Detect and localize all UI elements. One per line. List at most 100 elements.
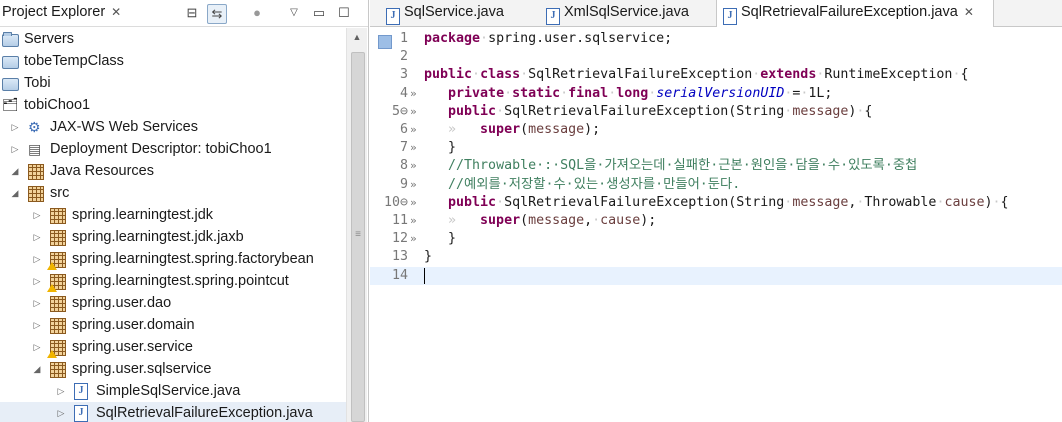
expanded-arrow-icon[interactable]: ◢ bbox=[10, 160, 20, 182]
collapsed-arrow-icon[interactable]: ▷ bbox=[32, 314, 42, 336]
package-warning-icon bbox=[47, 252, 66, 270]
code-token: spring.user.sqlservice; bbox=[488, 31, 673, 46]
code-line[interactable]: 1 package·spring.user.sqlservice; bbox=[370, 30, 1062, 48]
code-line[interactable]: 8» //Throwable·:·SQL을·가져오는데·실패한·근본·원인을·담… bbox=[370, 157, 1062, 175]
collapsed-arrow-icon[interactable]: ▷ bbox=[32, 270, 42, 292]
code-line[interactable]: 4» private·static·final·long·serialVersi… bbox=[370, 85, 1062, 103]
line-number: 7 bbox=[399, 140, 408, 156]
code-token: super bbox=[480, 213, 521, 228]
tree-item[interactable]: ◢ src bbox=[0, 182, 346, 204]
expanded-arrow-icon[interactable]: ◢ bbox=[10, 182, 20, 204]
code-line[interactable]: 13} bbox=[370, 248, 1062, 266]
code-token: public bbox=[424, 67, 473, 83]
editor-tab[interactable]: J SqlRetrievalFailureException.java ✕ bbox=[716, 0, 994, 27]
focus-icon[interactable]: ● bbox=[248, 4, 266, 22]
tree-item[interactable]: 🗂 tobiChoo1 bbox=[0, 94, 346, 116]
code-text: public·class·SqlRetrievalFailureExceptio… bbox=[424, 66, 968, 84]
line-number: 14 bbox=[391, 267, 408, 283]
tree-item[interactable]: ▷ ⚙ JAX-WS Web Services bbox=[0, 116, 346, 138]
line-number: 10⊖ bbox=[383, 194, 408, 210]
code-token: //Throwable·:·SQL을·가져오는데·실패한·근본·원인을·담을·수… bbox=[448, 158, 918, 174]
code-token: long bbox=[616, 85, 649, 101]
code-token: message bbox=[528, 213, 585, 228]
tree-item[interactable]: ▷ J SqlRetrievalFailureException.java bbox=[0, 402, 346, 422]
tree-item[interactable]: ▷ spring.learningtest.jdk.jaxb bbox=[0, 226, 346, 248]
code-line[interactable]: 6» » super(message); bbox=[370, 121, 1062, 139]
collapsed-arrow-icon[interactable]: ▷ bbox=[56, 402, 66, 422]
tree-item-label: spring.user.service bbox=[72, 339, 193, 355]
java-file-icon: J bbox=[546, 8, 560, 25]
tree-item[interactable]: ▷ ▤ Deployment Descriptor: tobiChoo1 bbox=[0, 138, 346, 160]
editor-tab[interactable]: J XmlSqlService.java bbox=[540, 0, 716, 26]
tree-item[interactable]: ▷ spring.learningtest.spring.factorybean bbox=[0, 248, 346, 270]
code-line[interactable]: 12» } bbox=[370, 230, 1062, 248]
grip-icon: ≡ bbox=[355, 229, 361, 240]
code-line[interactable]: 14 bbox=[370, 266, 1062, 285]
tree-item[interactable]: tobeTempClass bbox=[0, 50, 346, 72]
link-with-editor-icon[interactable]: ⇆ bbox=[207, 4, 227, 24]
tree-item[interactable]: ◢ Java Resources bbox=[0, 160, 346, 182]
code-line[interactable]: 5⊖» public·SqlRetrievalFailureException(… bbox=[370, 103, 1062, 121]
collapsed-arrow-icon[interactable]: ▷ bbox=[32, 204, 42, 226]
editor-tab[interactable]: J SqlService.java bbox=[380, 0, 536, 26]
collapsed-arrow-icon[interactable]: ▷ bbox=[32, 248, 42, 270]
code-token: Throwable bbox=[864, 194, 937, 210]
code-token: cause bbox=[600, 213, 641, 228]
collapsed-arrow-icon[interactable]: ▷ bbox=[56, 380, 66, 402]
tree-item[interactable]: ▷ spring.learningtest.jdk bbox=[0, 204, 346, 226]
tree-item[interactable]: ▷ J SimpleSqlService.java bbox=[0, 380, 346, 402]
code-token: ( bbox=[520, 213, 529, 228]
code-token: SqlRetrievalFailureException bbox=[528, 67, 753, 83]
tree-item[interactable]: ▷ spring.user.dao bbox=[0, 292, 346, 314]
code-token: public bbox=[448, 103, 497, 119]
code-line[interactable]: 7» } bbox=[370, 139, 1062, 157]
expanded-arrow-icon[interactable]: ◢ bbox=[32, 358, 42, 380]
tree-item-label: spring.learningtest.spring.factorybean bbox=[72, 251, 314, 267]
tree-item[interactable]: ▷ spring.user.domain bbox=[0, 314, 346, 336]
tree-item[interactable]: Tobi bbox=[0, 72, 346, 94]
tree-item[interactable]: ◢ spring.user.sqlservice bbox=[0, 358, 346, 380]
line-number: 5⊖ bbox=[391, 103, 408, 119]
text-caret bbox=[424, 267, 425, 284]
vertical-scrollbar[interactable]: ▲ ≡ bbox=[346, 28, 367, 422]
code-token: RuntimeException bbox=[824, 67, 953, 83]
line-number: 12 bbox=[391, 231, 408, 247]
collapsed-arrow-icon[interactable]: ▷ bbox=[32, 292, 42, 314]
code-token: private bbox=[448, 85, 505, 101]
collapsed-arrow-icon[interactable]: ▷ bbox=[32, 226, 42, 248]
line-number: 9 bbox=[399, 176, 408, 192]
tree-item-label: SqlRetrievalFailureException.java bbox=[96, 405, 313, 421]
code-text: } bbox=[424, 248, 432, 266]
collapsed-arrow-icon[interactable]: ▷ bbox=[32, 336, 42, 358]
collapsed-arrow-icon[interactable]: ▷ bbox=[10, 138, 20, 160]
code-text: private·static·final·long·serialVersionU… bbox=[424, 85, 832, 103]
code-line[interactable]: 10⊖» public·SqlRetrievalFailureException… bbox=[370, 194, 1062, 212]
code-text: } bbox=[424, 139, 456, 157]
close-icon[interactable]: ✕ bbox=[111, 0, 121, 24]
view-menu-icon[interactable]: ▽ bbox=[285, 4, 303, 22]
collapse-all-icon[interactable]: ⊟ bbox=[183, 4, 201, 22]
maximize-icon[interactable]: ☐ bbox=[335, 4, 353, 22]
code-line[interactable]: 9» //예외를·저장할·수·있는·생성자를·만들어·둔다. bbox=[370, 176, 1062, 194]
source-folder-icon bbox=[28, 186, 44, 202]
code-line[interactable]: 3 public·class·SqlRetrievalFailureExcepti… bbox=[370, 66, 1062, 84]
project-explorer-tab[interactable]: Project Explorer ✕ bbox=[0, 0, 121, 26]
tree-item[interactable]: ▷ spring.user.service bbox=[0, 336, 346, 358]
tree-item[interactable]: Servers bbox=[0, 28, 346, 50]
code-token: { bbox=[960, 67, 969, 83]
package-icon bbox=[50, 296, 66, 312]
code-token: class bbox=[480, 67, 521, 83]
close-icon[interactable]: ✕ bbox=[964, 0, 974, 24]
minimize-icon[interactable]: ▭ bbox=[310, 4, 328, 22]
code-token: super bbox=[480, 122, 521, 137]
tree-item[interactable]: ▷ spring.learningtest.spring.pointcut bbox=[0, 270, 346, 292]
scroll-up-icon[interactable]: ▲ bbox=[347, 28, 367, 46]
code-line[interactable]: 11» » super(message,·cause); bbox=[370, 212, 1062, 230]
project-explorer-title: Project Explorer bbox=[2, 4, 106, 20]
code-line[interactable]: 2 bbox=[370, 48, 1062, 66]
scrollbar-thumb[interactable]: ≡ bbox=[351, 52, 365, 422]
collapsed-arrow-icon[interactable]: ▷ bbox=[10, 116, 20, 138]
tree-item-label: src bbox=[50, 185, 70, 201]
code-token: , bbox=[584, 213, 593, 228]
